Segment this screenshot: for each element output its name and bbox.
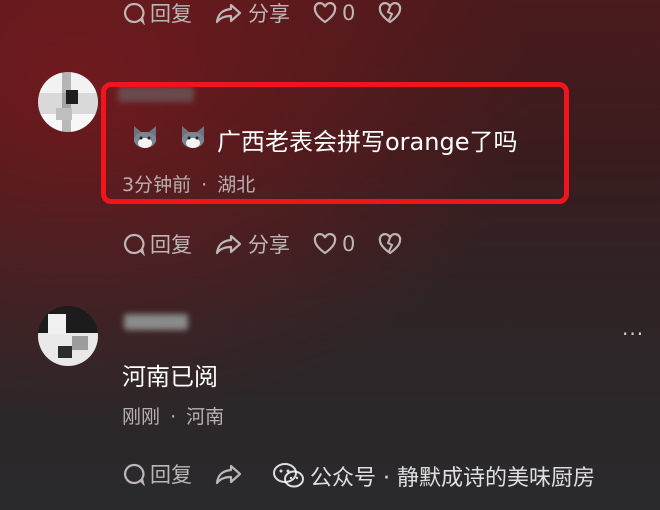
reply-label: 回复 <box>150 463 192 487</box>
comment-actions-1: 回复 分享 0 <box>122 0 425 28</box>
watermark: 公众号 · 静默成诗的美味厨房 <box>272 460 595 492</box>
dislike-button[interactable] <box>377 1 403 25</box>
share-icon <box>215 234 242 255</box>
avatar-mosaic <box>72 336 88 350</box>
broken-heart-icon <box>379 2 402 24</box>
avatar[interactable] <box>38 72 98 132</box>
reply-icon <box>123 233 145 256</box>
comment-meta: 刚刚 · 河南 <box>122 402 224 429</box>
avatar-mosaic <box>56 108 72 120</box>
comment-text: 河南已阅 <box>122 363 218 391</box>
comment-time: 刚刚 <box>122 406 161 428</box>
wechat-icon <box>273 463 304 488</box>
avatar-mosaic <box>66 90 78 104</box>
like-count: 0 <box>342 232 356 256</box>
meta-separator: · <box>170 406 177 428</box>
share-label: 分享 <box>248 233 290 257</box>
avatar-mosaic <box>58 346 72 358</box>
share-button[interactable] <box>214 462 244 486</box>
reply-label: 回复 <box>150 233 192 257</box>
share-button[interactable]: 分享 <box>214 229 290 259</box>
meta-separator: · <box>201 174 208 196</box>
comment-time: 3分钟前 <box>122 174 192 196</box>
heart-icon <box>313 2 337 24</box>
share-button[interactable]: 分享 <box>214 0 290 28</box>
reply-button[interactable]: 回复 <box>122 459 192 489</box>
cat-face-emoji <box>182 126 204 148</box>
comment-actions-3: 回复 <box>122 459 266 489</box>
more-options-button[interactable]: ··· <box>622 322 644 346</box>
share-icon <box>215 3 242 24</box>
avatar-mosaic <box>48 314 66 334</box>
broken-heart-icon <box>379 233 402 255</box>
like-count: 0 <box>342 1 356 25</box>
share-label: 分享 <box>248 2 290 26</box>
share-icon <box>215 464 242 485</box>
watermark-text: 公众号 · 静默成诗的美味厨房 <box>310 466 595 491</box>
comment-actions-2: 回复 分享 0 <box>122 229 425 259</box>
like-button[interactable]: 0 <box>312 1 355 25</box>
cat-face-emoji <box>134 126 156 148</box>
avatar[interactable] <box>38 306 98 366</box>
like-button[interactable]: 0 <box>312 232 355 256</box>
heart-icon <box>313 233 337 255</box>
reply-icon <box>123 2 145 25</box>
comment-meta: 3分钟前 · 湖北 <box>122 170 255 197</box>
blurred-username[interactable] <box>124 314 188 330</box>
reply-button[interactable]: 回复 <box>122 0 192 28</box>
reply-button[interactable]: 回复 <box>122 229 192 259</box>
dislike-button[interactable] <box>377 232 403 256</box>
comment-location: 湖北 <box>217 174 256 196</box>
comment-text: 广西老表会拼写orange了吗 <box>217 128 518 156</box>
reply-label: 回复 <box>150 2 192 26</box>
comment-location: 河南 <box>186 406 225 428</box>
reply-icon <box>123 463 145 486</box>
